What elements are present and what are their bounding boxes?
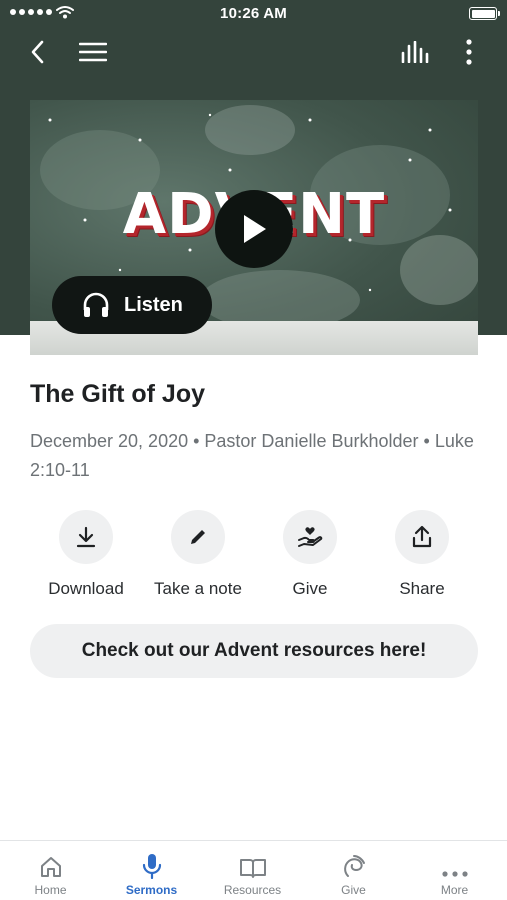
sermon-actions: Download Take a note Give Share (30, 510, 478, 602)
status-time: 10:26 AM (220, 5, 287, 22)
home-icon (40, 857, 61, 877)
download-circle (59, 510, 113, 564)
tab-sermons[interactable]: Sermons (101, 841, 202, 900)
tab-home[interactable]: Home (0, 841, 101, 900)
take-note-label: Take a note (154, 579, 242, 598)
tab-bar: Home Sermons Resources Give More (0, 840, 507, 900)
back-icon (31, 40, 44, 64)
stats-icon (401, 41, 429, 63)
pencil-icon (191, 530, 205, 544)
give-label: Give (292, 579, 328, 598)
download-icon (76, 526, 96, 548)
sermon-meta: December 20, 2020 • Pastor Danielle Burk… (30, 431, 474, 480)
menu-button[interactable] (75, 34, 111, 70)
tab-home-label: Home (34, 883, 67, 897)
tab-give[interactable]: Give (303, 841, 404, 900)
tab-more-label: More (440, 883, 469, 897)
share-label: Share (399, 579, 445, 598)
download-label: Download (48, 579, 124, 598)
headphones-icon (83, 292, 109, 317)
tab-give-label: Give (341, 883, 366, 897)
share-circle (395, 510, 449, 564)
battery-icon (469, 7, 500, 20)
play-icon (244, 215, 266, 243)
give-button[interactable]: Give (254, 510, 366, 599)
play-button[interactable] (215, 190, 293, 268)
menu-icon (79, 42, 107, 62)
take-note-button[interactable]: Take a note (142, 510, 254, 599)
listen-button[interactable]: Listen (52, 276, 212, 334)
sermon-artwork[interactable]: ADVENT Listen (30, 100, 478, 355)
give-circle (283, 510, 337, 564)
stats-button[interactable] (397, 34, 433, 70)
share-icon (412, 525, 432, 548)
tab-sermons-label: Sermons (125, 883, 178, 897)
status-bar: 10:26 AM (0, 0, 507, 28)
advent-resources-button[interactable]: Check out our Advent resources here! (30, 624, 478, 678)
sermon-title: The Gift of Joy (30, 380, 205, 408)
more-horizontal-icon (441, 871, 468, 877)
share-button[interactable]: Share (366, 510, 478, 599)
give-icon (298, 527, 323, 547)
give-icon (343, 855, 365, 877)
microphone-icon (142, 854, 161, 879)
tab-resources[interactable]: Resources (202, 841, 303, 900)
note-circle (171, 510, 225, 564)
tab-resources-label: Resources (223, 883, 282, 897)
more-options-button[interactable] (451, 34, 487, 70)
back-button[interactable] (20, 34, 56, 70)
download-button[interactable]: Download (30, 510, 142, 599)
tab-more[interactable]: More (404, 841, 505, 900)
book-icon (239, 859, 266, 878)
more-vertical-icon (466, 39, 472, 65)
listen-label: Listen (124, 293, 183, 316)
